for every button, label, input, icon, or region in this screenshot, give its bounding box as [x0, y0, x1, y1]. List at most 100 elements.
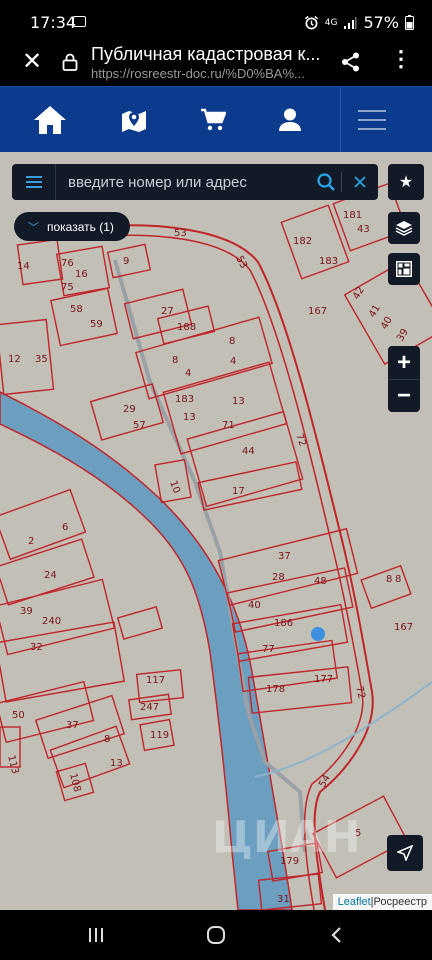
- parcel-label: 17: [232, 486, 245, 497]
- browser-toolbar: ✕ Публичная кадастровая к... https://ros…: [0, 44, 432, 86]
- parcel-label: 8: [395, 574, 401, 585]
- home-button[interactable]: [28, 87, 72, 153]
- parcel-label: 16: [75, 269, 88, 280]
- parcel-label: 75: [61, 282, 74, 293]
- parcel-label: 117: [146, 675, 165, 686]
- parcel-label: 40: [379, 315, 395, 332]
- cadastral-layer-button[interactable]: [388, 253, 420, 285]
- parcel-label: 50: [12, 710, 25, 721]
- parcel-label: 53: [174, 228, 187, 239]
- menu-button[interactable]: [340, 87, 402, 153]
- back-icon: [331, 927, 341, 943]
- parcel-label: 13: [110, 758, 123, 769]
- parcel-label: 28: [272, 572, 285, 583]
- parcel-label: 240: [42, 616, 61, 627]
- parcel-label: 42: [351, 285, 367, 302]
- battery-charging-icon: [405, 15, 414, 30]
- layers-button[interactable]: [388, 212, 420, 244]
- show-results-chip[interactable]: ﹀ показать (1): [14, 212, 130, 241]
- chevron-down-icon: ﹀: [28, 221, 39, 234]
- favorites-button[interactable]: ★: [388, 164, 424, 200]
- search-input[interactable]: [56, 164, 311, 200]
- search-icon: [317, 173, 335, 191]
- navigation-arrow-icon: [397, 845, 413, 861]
- zoom-out-button[interactable]: −: [388, 379, 420, 412]
- parcel-label: 31: [277, 894, 290, 905]
- site-navigation: [0, 86, 432, 153]
- attribution-provider: Росреестр: [373, 896, 427, 908]
- parcel-label: 181: [343, 210, 362, 221]
- map-attribution: Leaflet | Росреестр: [332, 894, 432, 910]
- gallery-notification-icon: [73, 16, 86, 27]
- parcel-label: 77: [262, 644, 275, 655]
- parcel-label: 119: [150, 730, 169, 741]
- network-type: 4G: [324, 17, 338, 28]
- signal-icon: [344, 16, 357, 29]
- user-button[interactable]: [272, 87, 308, 153]
- parcel-label: 4: [185, 368, 191, 379]
- leaflet-link[interactable]: Leaflet: [338, 896, 371, 908]
- home-circle-icon: [207, 926, 225, 944]
- parcel-label: 186: [274, 618, 293, 629]
- page-url[interactable]: https://rosreestr-doc.ru/%D0%BA%...: [91, 66, 323, 81]
- parcel-label: 37: [66, 720, 79, 731]
- system-navigation-bar: [0, 910, 432, 960]
- clear-search-button[interactable]: [342, 164, 378, 200]
- parcel-label: 247: [140, 702, 159, 713]
- home-nav-button[interactable]: [204, 924, 228, 946]
- parcel-label: 6: [62, 522, 68, 533]
- search-bar: [12, 164, 378, 200]
- parcel-label: 14: [17, 261, 30, 272]
- parcel-label: 54: [317, 773, 333, 790]
- parcel-label: 48: [314, 576, 327, 587]
- parcel-label: 72: [353, 685, 367, 700]
- parcel-label: 43: [357, 224, 370, 235]
- parcel-label: 178: [266, 684, 285, 695]
- close-icon: [354, 176, 366, 188]
- status-time: 17:34: [30, 13, 77, 32]
- cart-icon: [201, 108, 226, 131]
- parcel-label: 9: [123, 256, 129, 267]
- parcel-label: 12: [8, 354, 21, 365]
- star-icon: ★: [398, 174, 414, 191]
- parcel-label: 32: [30, 642, 43, 653]
- cadastral-map[interactable]: 53 53 181 43 182 183 76 16 75 9 14 58 59…: [0, 152, 432, 910]
- parcel-label: 76: [61, 258, 74, 269]
- parcel-label: 108: [67, 772, 82, 793]
- results-list-button[interactable]: [12, 164, 56, 200]
- parcel-label: 188: [177, 322, 196, 333]
- parcel-label: 167: [308, 306, 327, 317]
- road: [113, 259, 307, 853]
- cart-button[interactable]: [195, 87, 231, 153]
- parcel-label: 8: [229, 336, 235, 347]
- parcel-label: 58: [70, 304, 83, 315]
- back-button[interactable]: [324, 924, 348, 946]
- parcel-label: 29: [123, 404, 136, 415]
- map-button[interactable]: [114, 87, 154, 153]
- parcel-label: 44: [242, 446, 255, 457]
- alarm-icon: [304, 15, 318, 30]
- zoom-in-button[interactable]: +: [388, 346, 420, 379]
- recent-apps-button[interactable]: [84, 924, 108, 946]
- parcel-label: 37: [278, 551, 291, 562]
- parcel-label: 8: [172, 355, 178, 366]
- parcel-label: 183: [175, 394, 194, 405]
- list-icon: [25, 176, 42, 188]
- parcel-label: 8: [104, 734, 110, 745]
- close-icon[interactable]: ✕: [22, 50, 42, 74]
- parcel-label: 57: [133, 420, 146, 431]
- more-options-icon[interactable]: ⋮: [390, 48, 412, 70]
- locate-me-button[interactable]: [387, 835, 423, 871]
- parcel-label: 10: [167, 479, 182, 495]
- map-tiles[interactable]: 53 53 181 43 182 183 76 16 75 9 14 58 59…: [0, 152, 432, 910]
- parcel-label: 39: [20, 606, 33, 617]
- search-button[interactable]: [311, 164, 341, 200]
- parcel-label: 113: [5, 754, 20, 775]
- show-results-label: показать (1): [47, 219, 114, 234]
- parcel-label: 13: [232, 396, 245, 407]
- current-location-dot[interactable]: [311, 627, 325, 641]
- share-icon[interactable]: [340, 51, 362, 73]
- stream: [254, 681, 432, 778]
- parcel-label: 71: [222, 420, 235, 431]
- status-indicators: 4G 57%: [304, 13, 414, 32]
